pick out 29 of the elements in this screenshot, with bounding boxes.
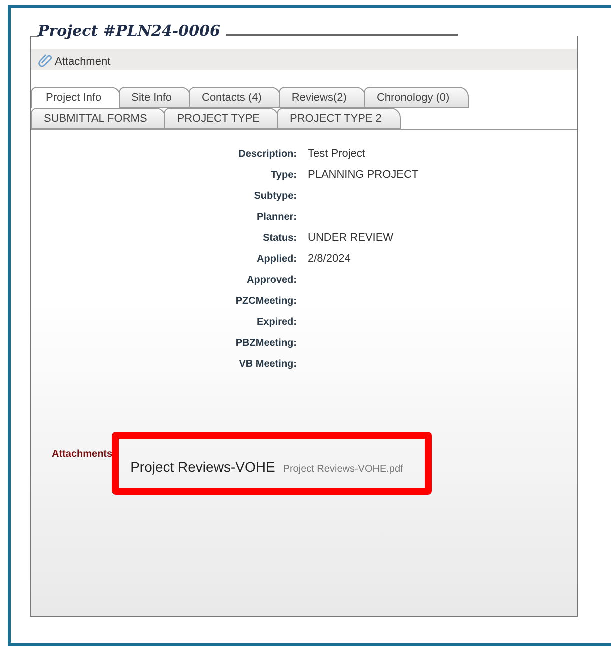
attachment-link[interactable]: Attachment: [55, 56, 111, 68]
field-value: 2/8/2024: [308, 252, 352, 267]
attachments-label: Attachments: [52, 449, 113, 460]
project-title: Project #PLN24-0006: [36, 22, 220, 40]
tab[interactable]: PROJECT TYPE: [164, 108, 280, 129]
field-label: Type:: [270, 169, 297, 183]
attachment-file-link[interactable]: Project Reviews-VOHE.pdf: [283, 464, 404, 475]
attachment-name: Project Reviews-VOHE: [130, 459, 276, 475]
field-value: PLANNING PROJECT: [308, 168, 420, 183]
field-label: PBZMeeting:: [234, 337, 297, 351]
tab[interactable]: Chronology (0): [364, 87, 469, 108]
tab[interactable]: Site Info: [118, 87, 191, 108]
paperclip-icon[interactable]: [38, 52, 52, 66]
tab[interactable]: Project Info: [31, 87, 121, 108]
field-label: VB Meeting:: [238, 358, 297, 372]
field-value: Test Project: [308, 147, 366, 162]
field-label: PZCMeeting:: [234, 295, 297, 309]
field-label: Subtype:: [253, 190, 297, 204]
field-label: Applied:: [256, 253, 297, 267]
field-label: Approved:: [246, 274, 297, 288]
tab[interactable]: SUBMITTAL FORMS: [31, 108, 166, 129]
field-label: Planner:: [256, 211, 297, 225]
tab[interactable]: Contacts (4): [189, 87, 281, 108]
field-value: UNDER REVIEW: [308, 231, 395, 246]
tab[interactable]: Reviews(2): [278, 87, 366, 108]
field-label: Expired:: [256, 316, 297, 330]
field-label: Status:: [262, 232, 297, 246]
tab[interactable]: PROJECT TYPE 2: [277, 108, 401, 129]
field-label: Description:: [238, 148, 297, 162]
